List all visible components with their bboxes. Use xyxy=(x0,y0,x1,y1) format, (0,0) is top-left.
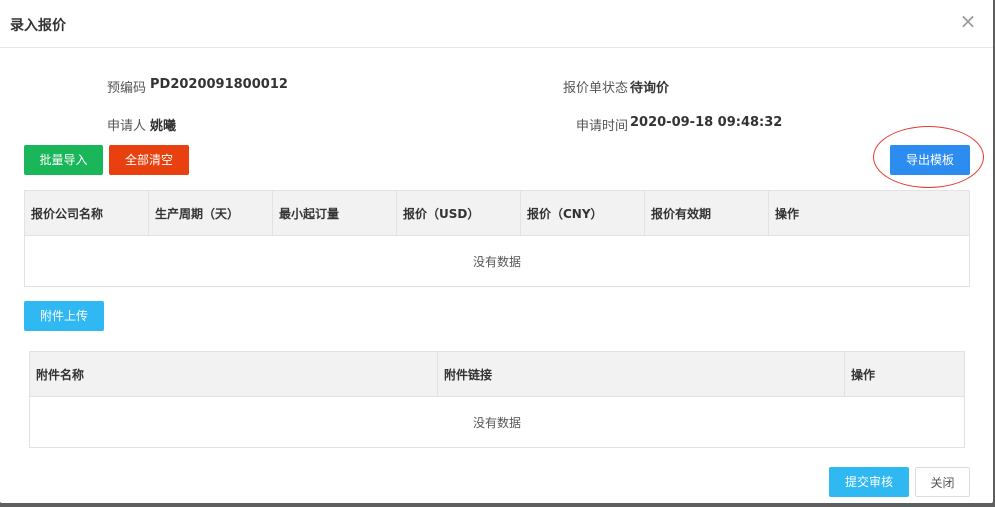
table-row: 没有数据 xyxy=(29,396,965,448)
quote-table-header: 报价公司名称 生产周期（天） 最小起订量 报价（USD） 报价（CNY） 报价有… xyxy=(24,190,970,236)
col-attachment-actions: 操作 xyxy=(844,351,965,397)
code-value: PD2020091800012 xyxy=(150,77,288,92)
col-attachment-name: 附件名称 xyxy=(29,351,438,397)
quote-entry-dialog: 录入报价 × 预编码 PD2020091800012 报价单状态 待询价 申请人… xyxy=(0,0,993,503)
close-icon[interactable]: × xyxy=(959,11,977,31)
batch-import-button[interactable]: 批量导入 xyxy=(24,145,103,175)
col-company-name: 报价公司名称 xyxy=(24,190,149,236)
dialog-header: 录入报价 × xyxy=(0,0,993,48)
code-label: 预编码 xyxy=(107,81,147,96)
col-validity: 报价有效期 xyxy=(644,190,769,236)
status-label: 报价单状态 xyxy=(563,81,629,96)
applicant-value: 姚曦 xyxy=(150,119,177,134)
status-value: 待询价 xyxy=(630,81,670,96)
submit-review-button[interactable]: 提交审核 xyxy=(829,467,909,497)
attachment-table: 附件名称 附件链接 操作 没有数据 xyxy=(29,351,965,448)
clear-all-button[interactable]: 全部清空 xyxy=(109,145,189,175)
col-price-usd: 报价（USD） xyxy=(396,190,521,236)
dialog-title: 录入报价 xyxy=(10,18,66,34)
close-button[interactable]: 关闭 xyxy=(915,467,970,497)
empty-state: 没有数据 xyxy=(24,235,970,287)
col-actions: 操作 xyxy=(768,190,970,236)
attachment-table-header: 附件名称 附件链接 操作 xyxy=(29,351,965,397)
attachment-upload-button[interactable]: 附件上传 xyxy=(24,301,104,331)
apply-time-value: 2020-09-18 09:48:32 xyxy=(630,115,783,130)
apply-time-label: 申请时间 xyxy=(576,119,629,134)
applicant-label: 申请人 xyxy=(107,119,147,134)
empty-state: 没有数据 xyxy=(29,396,965,448)
quote-table: 报价公司名称 生产周期（天） 最小起订量 报价（USD） 报价（CNY） 报价有… xyxy=(24,190,970,287)
table-row: 没有数据 xyxy=(24,235,970,287)
highlight-ring xyxy=(873,126,984,188)
col-attachment-link: 附件链接 xyxy=(437,351,845,397)
col-min-order-qty: 最小起订量 xyxy=(272,190,397,236)
col-price-cny: 报价（CNY） xyxy=(520,190,645,236)
col-production-cycle: 生产周期（天） xyxy=(148,190,273,236)
